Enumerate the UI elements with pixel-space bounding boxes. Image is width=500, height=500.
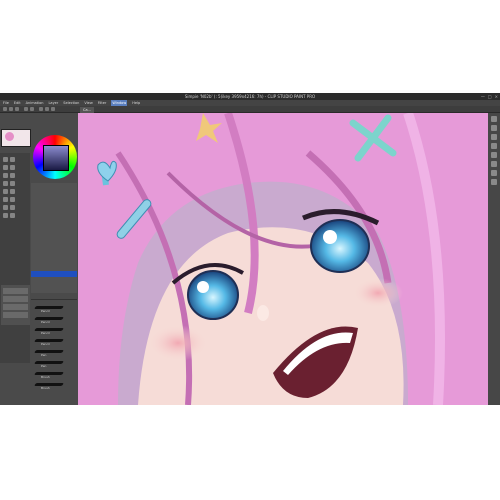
nose-highlight <box>257 305 269 321</box>
brush-item[interactable]: Pencil <box>33 304 75 313</box>
lasso-icon[interactable] <box>3 173 8 178</box>
color-wheel[interactable] <box>33 135 77 179</box>
navigator-icon[interactable] <box>491 134 497 140</box>
left-panel: Pencil Pencil Pencil Pencil Pen Pen Brus… <box>0 113 78 405</box>
brush-icon[interactable] <box>3 189 8 194</box>
history-icon[interactable] <box>491 152 497 158</box>
right-toolbar <box>488 113 500 405</box>
layer-row[interactable] <box>3 304 28 310</box>
brush-item[interactable]: Pencil <box>33 315 75 324</box>
zoom-icon[interactable] <box>491 179 497 185</box>
pen-icon[interactable] <box>3 181 8 186</box>
color-icon[interactable] <box>491 143 497 149</box>
open-file-icon[interactable] <box>9 107 13 111</box>
undo-icon[interactable] <box>24 107 28 111</box>
settings-icon[interactable] <box>491 161 497 167</box>
ruler-icon[interactable] <box>10 213 15 218</box>
drawing-canvas[interactable] <box>78 113 488 405</box>
color-swatch-bar[interactable] <box>31 271 77 277</box>
brush-stroke-preview <box>34 361 64 364</box>
tool-column <box>0 153 30 363</box>
brush-label: Brush <box>41 375 50 379</box>
title-bar: Simpie 'N02b' (: 5(ikey 3959x4216: 7h) -… <box>0 93 500 100</box>
text-icon[interactable] <box>3 213 8 218</box>
brush-label: Pencil <box>41 342 50 346</box>
app-window: Simpie 'N02b' (: 5(ikey 3959x4216: 7h) -… <box>0 93 500 405</box>
blend-icon[interactable] <box>10 197 15 202</box>
brush-label: Pencil <box>41 331 50 335</box>
fill-bucket-icon[interactable] <box>3 205 8 210</box>
move-icon[interactable] <box>3 165 8 170</box>
search-icon[interactable] <box>491 170 497 176</box>
cheek-blush <box>148 325 208 361</box>
layer-row[interactable] <box>3 288 28 294</box>
brush-label: Brush <box>41 386 50 390</box>
new-file-icon[interactable] <box>3 107 7 111</box>
minimize-button[interactable]: — <box>481 93 485 100</box>
eye-left <box>187 270 239 320</box>
eye-highlight <box>197 281 209 293</box>
eye-right <box>310 219 370 273</box>
brush-item[interactable]: Pencil <box>33 337 75 346</box>
brush-item[interactable]: Pen <box>33 348 75 357</box>
layer-row[interactable] <box>3 296 28 302</box>
brush-list: Pencil Pencil Pencil Pencil Pen Pen Brus… <box>31 299 77 400</box>
command-bar <box>0 106 500 113</box>
airbrush-icon[interactable] <box>10 189 15 194</box>
brush-item[interactable]: Pen <box>33 359 75 368</box>
brush-label: Pen <box>41 353 47 357</box>
maximize-button[interactable]: □ <box>488 93 492 100</box>
redo-icon[interactable] <box>30 107 34 111</box>
artwork <box>78 113 488 405</box>
brush-item[interactable]: Brush <box>33 381 75 390</box>
thumbnail-artwork <box>5 132 14 141</box>
brush-stroke-preview <box>34 350 64 353</box>
brush-item[interactable]: Brush <box>33 370 75 379</box>
layer-row[interactable] <box>3 312 28 318</box>
eyedropper-icon[interactable] <box>10 173 15 178</box>
cheek-blush <box>353 278 403 308</box>
clear-icon[interactable] <box>39 107 43 111</box>
brush-label: Pencil <box>41 320 50 324</box>
material-icon[interactable] <box>491 125 497 131</box>
navigator-thumbnail[interactable] <box>1 129 31 147</box>
eraser-icon[interactable] <box>3 197 8 202</box>
zoom-icon[interactable] <box>3 157 8 162</box>
window-controls: — □ × <box>481 93 498 100</box>
eye-highlight <box>323 230 337 244</box>
color-square[interactable] <box>43 145 69 171</box>
save-icon[interactable] <box>15 107 19 111</box>
brush-label: Pencil <box>41 309 50 313</box>
close-button[interactable]: × <box>495 93 498 100</box>
brush-label: Pen <box>41 364 47 368</box>
layer-panel <box>1 285 30 325</box>
layer-icon[interactable] <box>491 116 497 122</box>
transform-icon[interactable] <box>45 107 49 111</box>
fill-icon[interactable] <box>51 107 55 111</box>
pencil-icon[interactable] <box>10 181 15 186</box>
brush-item[interactable]: Pencil <box>33 326 75 335</box>
window-title: Simpie 'N02b' (: 5(ikey 3959x4216: 7h) -… <box>184 94 316 99</box>
gradient-icon[interactable] <box>10 205 15 210</box>
hand-icon[interactable] <box>10 157 15 162</box>
select-icon[interactable] <box>10 165 15 170</box>
